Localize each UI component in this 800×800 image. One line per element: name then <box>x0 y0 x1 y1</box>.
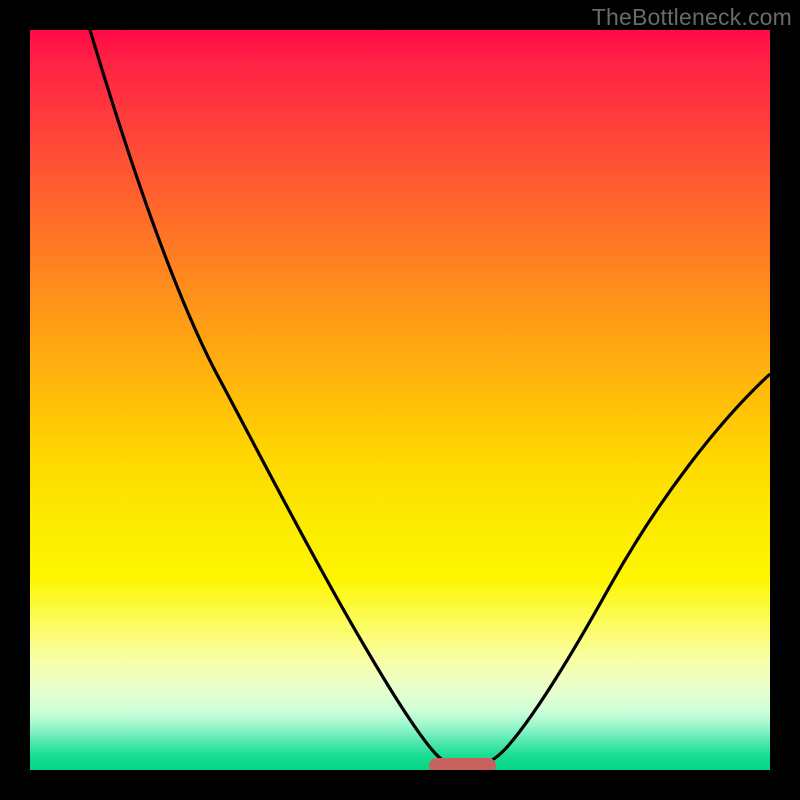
watermark-text: TheBottleneck.com <box>592 4 792 31</box>
optimal-range-marker <box>429 758 496 770</box>
plot-area <box>30 30 770 770</box>
chart-frame: TheBottleneck.com <box>0 0 800 800</box>
bottleneck-curve-path <box>90 30 770 767</box>
bottleneck-curve <box>30 30 770 770</box>
